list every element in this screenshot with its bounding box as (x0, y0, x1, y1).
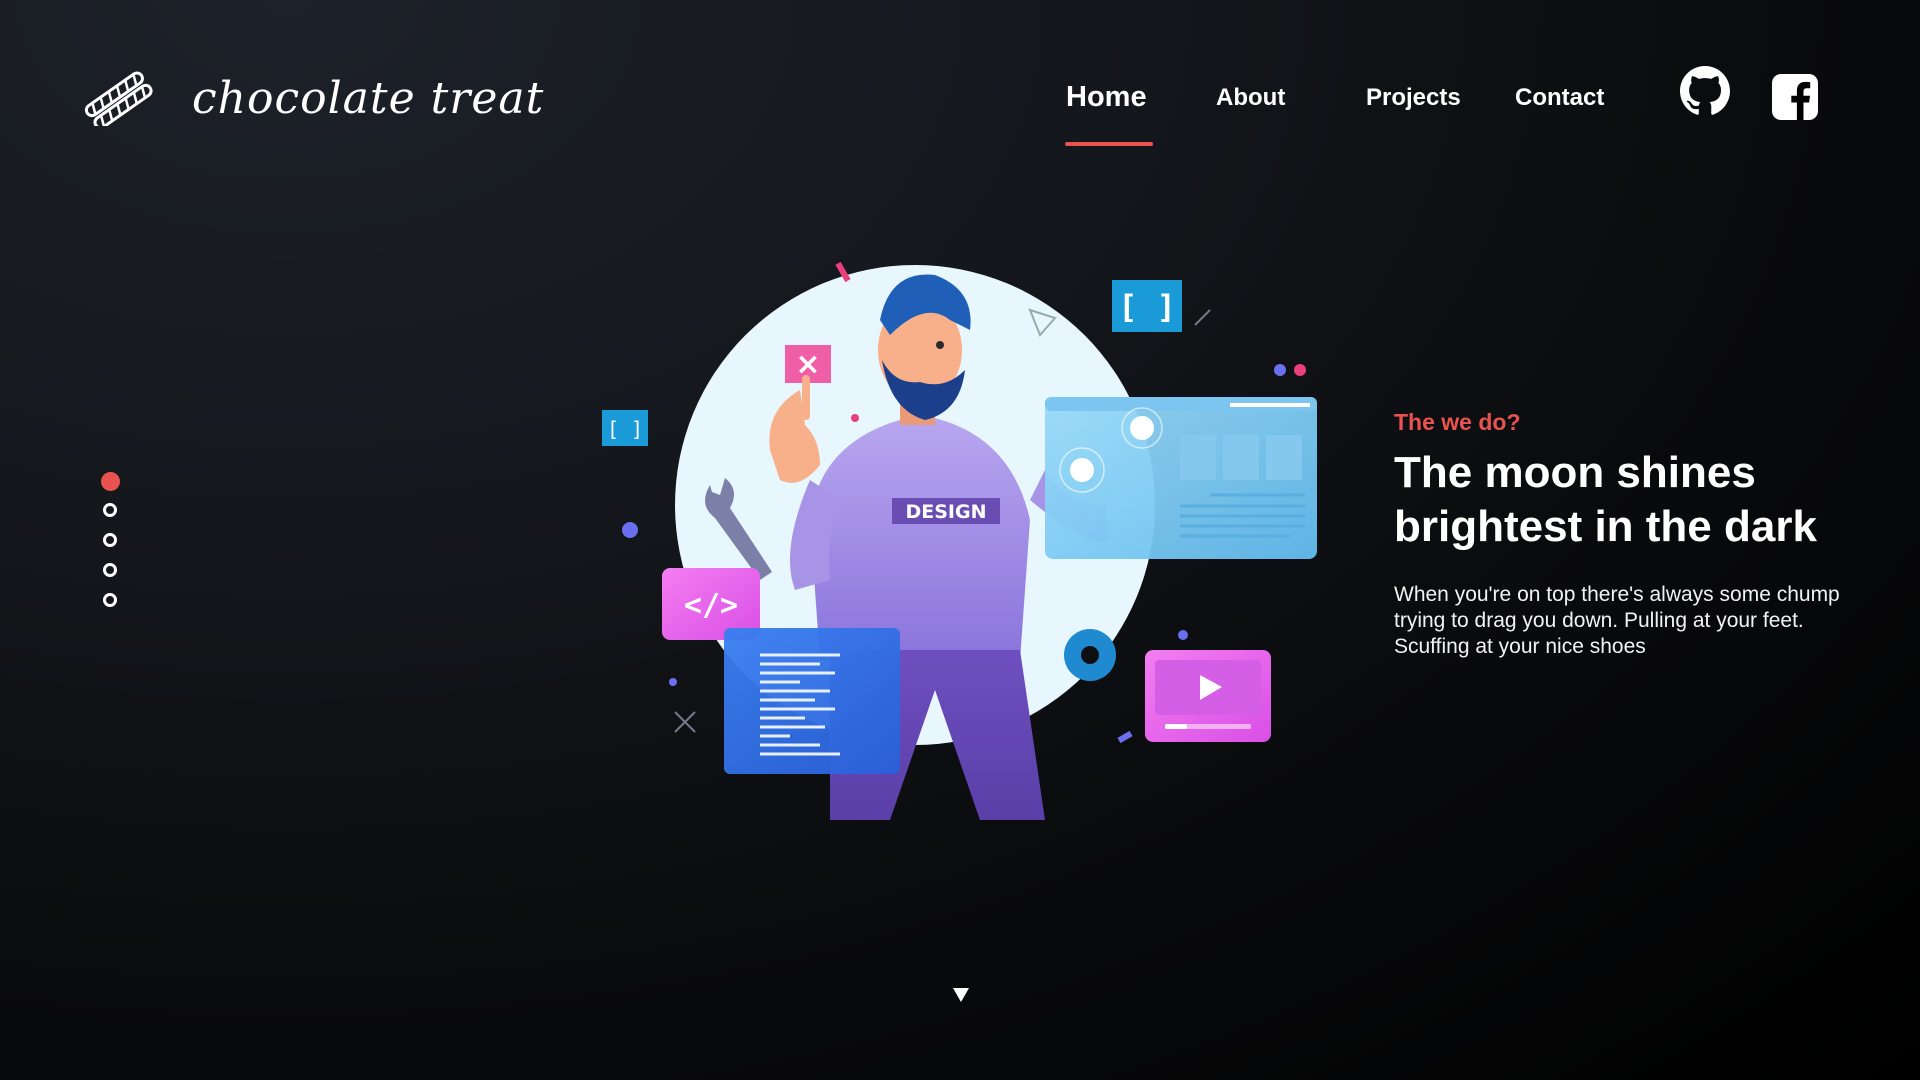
svg-text:</>: </> (684, 588, 738, 623)
github-icon (1680, 66, 1730, 115)
facebook-link[interactable] (1772, 74, 1818, 120)
page: chocolate treat Home About Projects Cont… (0, 0, 1920, 1080)
hero-body-line-3: Scuffing at your nice shoes (1394, 635, 1646, 658)
slide-dot-5[interactable] (103, 593, 117, 607)
nav-active-indicator (1065, 142, 1153, 146)
hero-headline: The moon shines brightest in the dark (1394, 446, 1894, 554)
design-badge: DESIGN (905, 501, 986, 523)
slide-indicator (101, 472, 120, 623)
hero-eyebrow: The we do? (1394, 409, 1521, 435)
logo-icon (84, 71, 153, 126)
hero-illustration: [ ] [ ] × DESIGN </> (602, 261, 1317, 820)
slide-dot-1[interactable] (101, 472, 120, 491)
brand-logo[interactable]: chocolate treat (78, 70, 544, 126)
hero-body: When you're on top there's always some c… (1394, 582, 1894, 660)
hero-body-line-1: When you're on top there's always some c… (1394, 583, 1840, 606)
hero-body-line-2: trying to drag you down. Pulling at your… (1394, 609, 1804, 632)
svg-text:[ ]: [ ] (607, 417, 643, 441)
facebook-icon (1772, 74, 1818, 120)
nav-projects[interactable]: Projects (1366, 84, 1461, 112)
slide-dot-2[interactable] (103, 503, 117, 517)
slide-dot-4[interactable] (103, 563, 117, 577)
brand-name: chocolate treat (192, 72, 545, 124)
hero-content: The we do? The moon shines brightest in … (1394, 409, 1894, 660)
github-link[interactable] (1680, 66, 1730, 116)
slide-dot-3[interactable] (103, 533, 117, 547)
hero-headline-line-2: brightest in the dark (1394, 502, 1817, 551)
nav-home[interactable]: Home (1066, 81, 1147, 114)
svg-text:[ ]: [ ] (1118, 288, 1176, 326)
hero-headline-line-1: The moon shines (1394, 448, 1756, 497)
nav-about[interactable]: About (1216, 84, 1285, 112)
nav-contact[interactable]: Contact (1515, 84, 1604, 112)
triangle-down-icon[interactable] (953, 988, 969, 1002)
